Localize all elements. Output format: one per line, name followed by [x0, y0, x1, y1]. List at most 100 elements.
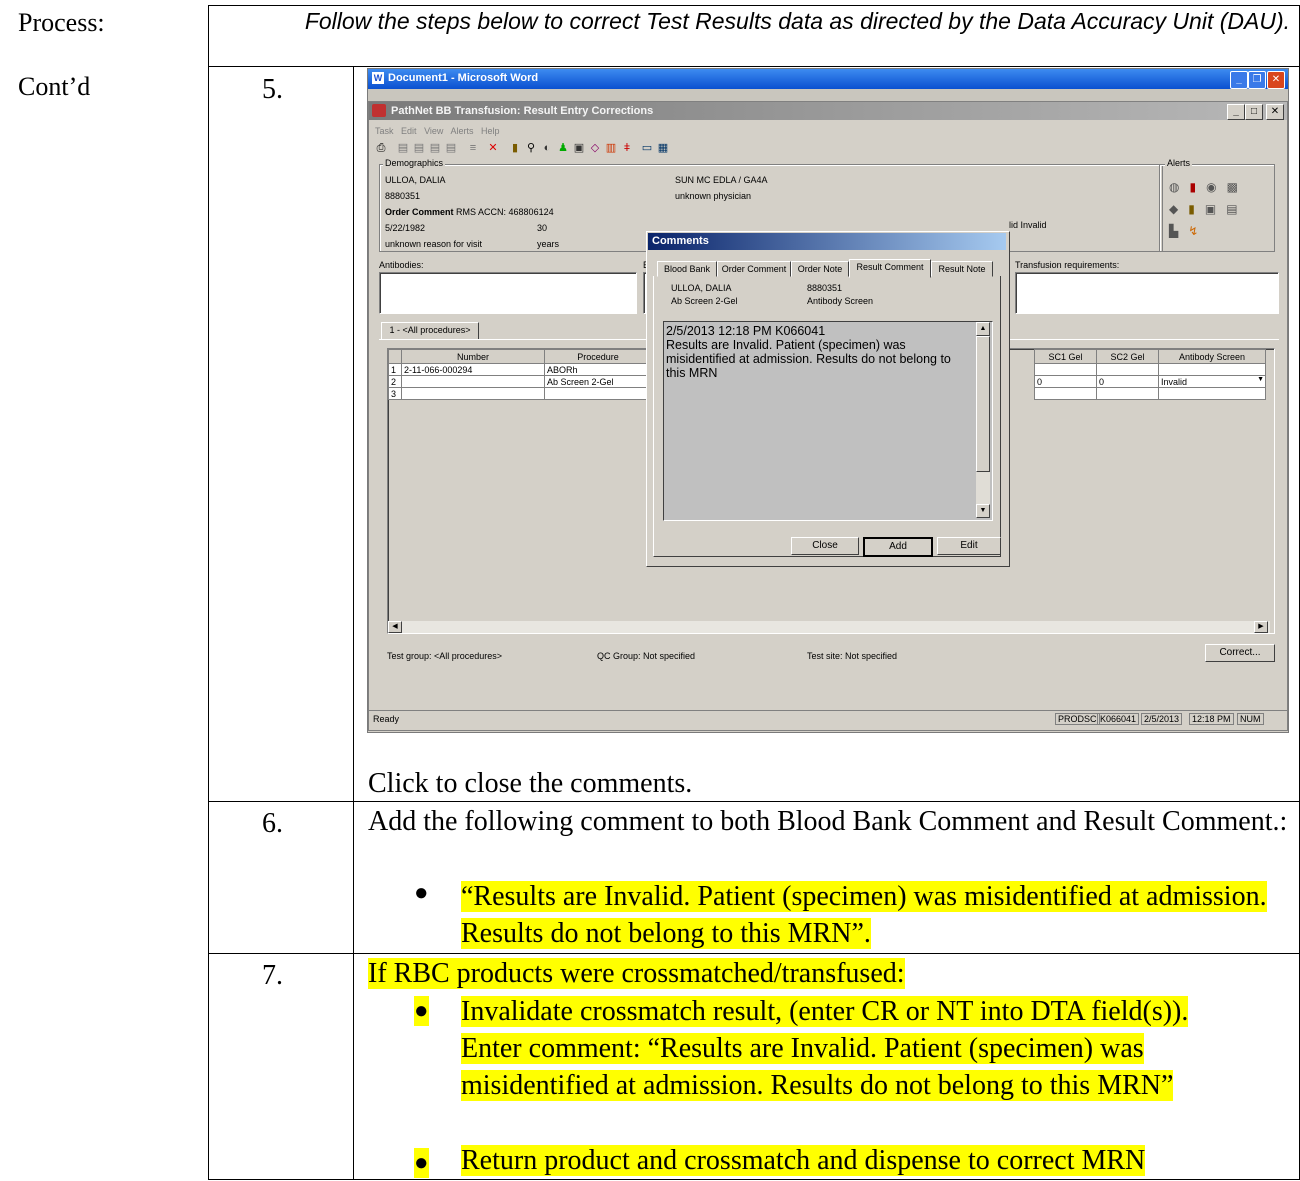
table-border — [208, 953, 1300, 954]
tool-icon[interactable]: ▣ — [573, 142, 585, 154]
word-icon: W — [372, 72, 384, 84]
alerts-label: Alerts — [1165, 158, 1193, 168]
scroll-left-icon[interactable]: ◀ — [388, 621, 402, 633]
tool-icon[interactable]: ◇ — [589, 142, 601, 154]
tool-icon[interactable]: ◐ — [541, 142, 553, 154]
tool-icon[interactable]: ▦ — [657, 142, 669, 154]
menu-view[interactable]: View — [424, 126, 443, 136]
menu-alerts[interactable]: Alerts — [450, 126, 473, 136]
minimize-icon[interactable]: _ — [1227, 104, 1245, 120]
table-column-divider — [353, 66, 354, 1180]
correct-button[interactable]: Correct... — [1205, 644, 1275, 662]
comments-dialog: Comments Blood Bank Order Comment Order … — [646, 231, 1010, 567]
alert-icon[interactable]: ▮ — [1189, 180, 1206, 194]
scroll-up-icon[interactable]: ▲ — [976, 322, 990, 336]
tab-order-note[interactable]: Order Note — [791, 261, 849, 277]
order-comment: Order Comment RMS ACCN: 468806124 — [385, 207, 554, 217]
tool-icon[interactable]: ≡ — [467, 142, 479, 154]
tab-result-note[interactable]: Result Note — [931, 261, 993, 277]
table-row[interactable]: 2 Ab Screen 2-Gel — [388, 375, 652, 388]
location: SUN MC EDLA / GA4A — [675, 175, 768, 185]
close-icon[interactable]: ✕ — [1266, 104, 1284, 120]
chevron-down-icon[interactable]: ▼ — [1257, 376, 1264, 383]
col-antibody-screen: Antibody Screen — [1158, 349, 1266, 364]
horizontal-scrollbar[interactable]: ◀ ▶ — [388, 621, 1270, 633]
comment-order: 8880351 Antibody Screen — [807, 283, 874, 306]
close-icon[interactable]: ✕ — [1267, 71, 1285, 89]
edit-button[interactable]: Edit — [937, 537, 1001, 555]
col-sc2: SC2 Gel — [1096, 349, 1159, 364]
tab-all-procedures[interactable]: 1 - <All procedures> — [381, 322, 479, 340]
print-icon[interactable]: ⎙ — [375, 142, 387, 154]
status-pane: 12:18 PM — [1189, 713, 1234, 725]
person-icon[interactable]: ♟ — [557, 142, 569, 154]
tool-icon[interactable]: ▭ — [641, 142, 653, 154]
restore-icon[interactable]: ❐ — [1248, 71, 1266, 89]
binoculars-icon[interactable]: ⚲ — [525, 142, 537, 154]
alert-icon[interactable]: ▩ — [1227, 180, 1248, 194]
table-row[interactable] — [1034, 387, 1266, 400]
location-block: SUN MC EDLA / GA4A unknown physician — [675, 172, 768, 204]
chart-icon[interactable]: ▥ — [605, 142, 617, 154]
alert-icon[interactable]: ▮ — [1188, 202, 1205, 216]
menu-edit[interactable]: Edit — [401, 126, 417, 136]
add-button[interactable]: Add — [863, 537, 933, 557]
status-pane: 2/5/2013 — [1141, 713, 1183, 725]
invalid-text: lid Invalid — [1009, 220, 1047, 230]
comments-title: Comments — [648, 233, 1006, 250]
scroll-right-icon[interactable]: ▶ — [1254, 621, 1268, 633]
alert-icon[interactable]: ◉ — [1206, 180, 1226, 194]
antibodies-field[interactable] — [379, 272, 637, 314]
scroll-down-icon[interactable]: ▼ — [976, 504, 990, 518]
comment-textbox[interactable]: 2/5/2013 12:18 PM K066041 Results are In… — [663, 321, 993, 521]
patient-mrn: 8880351 — [385, 191, 421, 201]
comment-body: Results are Invalid. Patient (specimen) … — [666, 338, 951, 380]
col-number: Number — [401, 349, 545, 364]
toolbar: ⎙ ▤ ▤ ▤ ▤ ≡ ✕ ▮ ⚲ ◐ ♟ ▣ ◇ ▥ ǂ ▭ ▦ — [375, 142, 755, 156]
transfusion-field[interactable] — [1015, 272, 1279, 314]
menu-task[interactable]: Task — [375, 126, 394, 136]
table-border — [208, 66, 1300, 67]
close-button[interactable]: Close — [791, 537, 859, 555]
demographics-label: Demographics — [383, 158, 446, 168]
demographics-block: ULLOA, DALIA 8880351 Order Comment RMS A… — [385, 172, 560, 252]
comment-scrollbar[interactable]: ▲ ▼ — [976, 322, 990, 518]
tab-order-comment[interactable]: Order Comment — [717, 261, 791, 277]
tube-icon[interactable]: ǂ — [621, 142, 633, 154]
table-row[interactable]: 3 — [388, 387, 652, 400]
alert-icon[interactable]: ↯ — [1188, 224, 1208, 238]
menu-help[interactable]: Help — [481, 126, 500, 136]
patient-name: ULLOA, DALIA — [385, 175, 446, 185]
tool-icon[interactable]: ▮ — [509, 142, 521, 154]
antibodies-label: Antibodies: — [379, 260, 424, 270]
antibody-screen-select[interactable]: Invalid — [1161, 377, 1187, 387]
alert-icon[interactable]: ▣ — [1205, 202, 1226, 216]
word-window-screenshot: W Document1 - Microsoft Word _ ❐ ✕ PathN… — [367, 68, 1289, 733]
visit-reason: unknown reason for visit — [385, 239, 483, 249]
tool-icon[interactable]: ▤ — [413, 142, 425, 154]
table-row[interactable]: 0 0 Invalid ▼ — [1034, 375, 1266, 388]
tool-icon[interactable]: ▤ — [397, 142, 409, 154]
table-border-bottom — [208, 1179, 1300, 1180]
alert-icon[interactable]: ◍ — [1169, 180, 1189, 194]
status-ready: Ready — [373, 714, 400, 724]
minimize-icon[interactable]: _ — [1230, 71, 1248, 89]
patient-dob: 5/22/1982 30 years — [385, 223, 560, 249]
table-row[interactable]: 1 2-11-066-000294 ABORh — [388, 363, 652, 376]
tool-icon[interactable]: ▤ — [445, 142, 457, 154]
tab-blood-bank[interactable]: Blood Bank — [657, 261, 717, 277]
qc-group: QC Group: Not specified — [597, 651, 696, 661]
maximize-icon[interactable]: □ — [1245, 104, 1263, 120]
alert-icon[interactable]: ◆ — [1169, 202, 1188, 216]
alert-icon[interactable]: ▤ — [1226, 202, 1247, 216]
scroll-thumb[interactable] — [976, 336, 990, 472]
status-pane: PRODSC — [1055, 713, 1100, 725]
bullet-icon: ● — [414, 996, 429, 1026]
physician: unknown physician — [675, 191, 752, 201]
table-border-top — [208, 5, 1300, 6]
comment-patient: ULLOA, DALIA Ab Screen 2-Gel — [671, 283, 738, 306]
tool-icon[interactable]: ▤ — [429, 142, 441, 154]
delete-icon[interactable]: ✕ — [487, 142, 499, 154]
table-row[interactable] — [1034, 363, 1266, 376]
alert-icon[interactable]: ▙ — [1169, 224, 1188, 238]
